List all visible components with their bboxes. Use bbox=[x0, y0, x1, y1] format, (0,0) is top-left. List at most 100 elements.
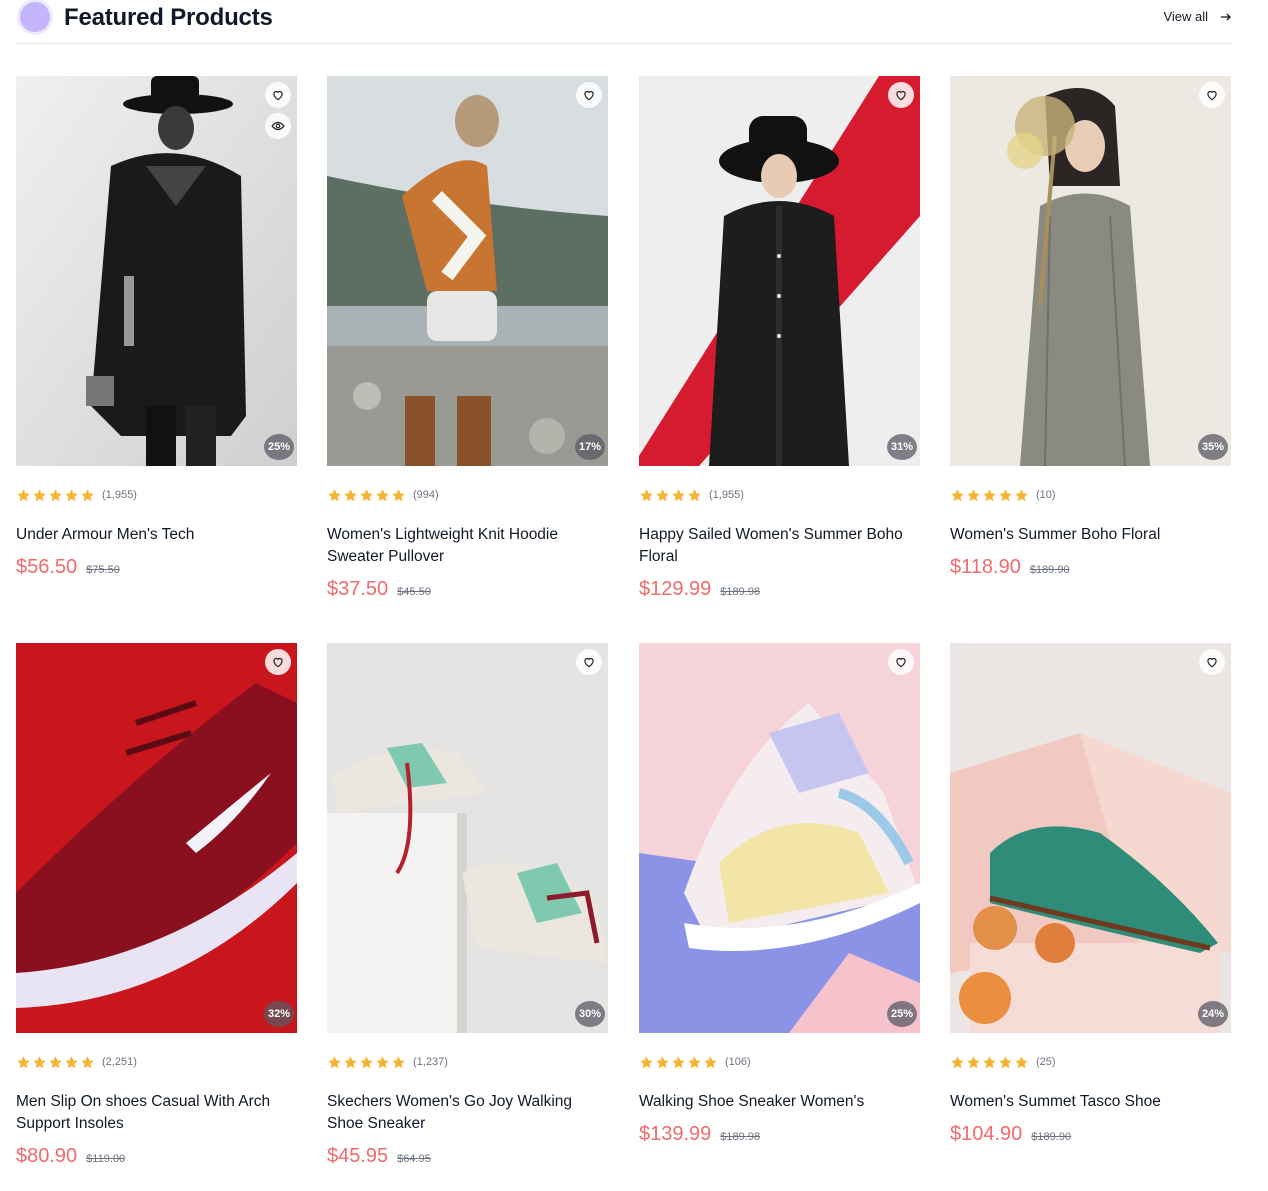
product-name[interactable]: Skechers Women's Go Joy Walking Shoe Sne… bbox=[327, 1091, 597, 1135]
discount-badge: 30% bbox=[575, 1001, 605, 1027]
review-count: (106) bbox=[725, 1056, 751, 1068]
quick-view-button[interactable] bbox=[265, 113, 291, 139]
discount-badge: 32% bbox=[264, 1001, 294, 1027]
star-icon bbox=[344, 1055, 357, 1068]
wishlist-button[interactable] bbox=[576, 82, 602, 108]
star-icon bbox=[688, 1055, 701, 1068]
product-name[interactable]: Walking Shoe Sneaker Women's bbox=[639, 1091, 909, 1113]
wishlist-button[interactable] bbox=[888, 649, 914, 675]
star-icon bbox=[49, 488, 62, 501]
star-icon bbox=[81, 488, 94, 501]
star-icon bbox=[360, 488, 373, 501]
wishlist-button[interactable] bbox=[888, 82, 914, 108]
product-price: $104.90 bbox=[950, 1123, 1023, 1145]
heart-icon bbox=[896, 657, 906, 668]
wishlist-button[interactable] bbox=[265, 649, 291, 675]
star-icon bbox=[376, 1055, 389, 1068]
star-icon bbox=[672, 1055, 685, 1068]
rating: (106) bbox=[639, 1055, 920, 1069]
star-icon bbox=[328, 1055, 341, 1068]
woman-black-coat-image bbox=[639, 76, 920, 466]
heart-icon bbox=[1207, 657, 1217, 668]
star-icon bbox=[951, 1055, 964, 1068]
discount-badge: 35% bbox=[1198, 434, 1228, 460]
star-icon bbox=[17, 488, 30, 501]
star-icon bbox=[392, 488, 405, 501]
product-name[interactable]: Men Slip On shoes Casual With Arch Suppo… bbox=[16, 1091, 286, 1135]
wishlist-button[interactable] bbox=[576, 649, 602, 675]
wishlist-button[interactable] bbox=[265, 82, 291, 108]
star-icon bbox=[344, 488, 357, 501]
star-icon bbox=[49, 1055, 62, 1068]
section-header: Featured Products View all bbox=[16, 0, 1232, 44]
stars bbox=[327, 488, 406, 503]
rating: (10) bbox=[950, 488, 1231, 502]
product-old-price: $189.98 bbox=[720, 586, 761, 598]
rating: (1,955) bbox=[639, 488, 920, 502]
star-icon bbox=[967, 488, 980, 501]
rating: (2,251) bbox=[16, 1055, 297, 1069]
heart-icon bbox=[584, 90, 594, 101]
star-icon bbox=[65, 1055, 78, 1068]
wishlist-button[interactable] bbox=[1199, 82, 1225, 108]
product-image[interactable]: 35% bbox=[950, 76, 1231, 466]
discount-badge: 25% bbox=[264, 434, 294, 460]
star-icon bbox=[983, 1055, 996, 1068]
heart-icon bbox=[584, 657, 594, 668]
review-count: (2,251) bbox=[102, 1056, 137, 1068]
discount-badge: 25% bbox=[887, 1001, 917, 1027]
review-count: (10) bbox=[1036, 489, 1056, 501]
product-price: $129.99 bbox=[639, 578, 712, 600]
star-icon bbox=[999, 1055, 1012, 1068]
product-name[interactable]: Women's Lightweight Knit Hoodie Sweater … bbox=[327, 524, 597, 568]
product-image[interactable]: 24% bbox=[950, 643, 1231, 1033]
section-title: Featured Products bbox=[64, 4, 273, 31]
product-old-price: $189.90 bbox=[1029, 564, 1070, 576]
product-image[interactable]: 25% bbox=[639, 643, 920, 1033]
product-name[interactable]: Women's Summer Boho Floral bbox=[950, 524, 1220, 546]
star-icon bbox=[999, 488, 1012, 501]
star-icon bbox=[376, 488, 389, 501]
product-image[interactable]: 31% bbox=[639, 76, 920, 466]
star-icon bbox=[656, 1055, 669, 1068]
star-icon bbox=[967, 1055, 980, 1068]
rating: (1,237) bbox=[327, 1055, 608, 1069]
star-icon bbox=[392, 1055, 405, 1068]
product-image[interactable]: 25% bbox=[16, 76, 297, 466]
star-icon bbox=[640, 488, 653, 501]
star-icon bbox=[33, 488, 46, 501]
woman-sweater-image bbox=[327, 76, 608, 466]
review-count: (994) bbox=[413, 489, 439, 501]
product-image[interactable]: 17% bbox=[327, 76, 608, 466]
rating: (25) bbox=[950, 1055, 1231, 1069]
stars bbox=[16, 488, 95, 503]
product-name[interactable]: Under Armour Men's Tech bbox=[16, 524, 286, 546]
wishlist-button[interactable] bbox=[1199, 649, 1225, 675]
product-old-price: $64.95 bbox=[397, 1153, 431, 1165]
star-icon bbox=[1015, 1055, 1028, 1068]
green-suede-shoe-image bbox=[950, 643, 1231, 1033]
stars bbox=[327, 1055, 406, 1070]
review-count: (1,955) bbox=[709, 489, 744, 501]
star-icon bbox=[688, 488, 701, 501]
discount-badge: 17% bbox=[575, 434, 605, 460]
product-price: $139.99 bbox=[639, 1123, 712, 1145]
product-image[interactable]: 30% bbox=[327, 643, 608, 1033]
star-icon bbox=[672, 488, 685, 501]
heart-icon bbox=[273, 90, 283, 101]
rating: (994) bbox=[327, 488, 608, 502]
star-icon bbox=[983, 488, 996, 501]
product-name[interactable]: Happy Sailed Women's Summer Boho Floral bbox=[639, 524, 909, 568]
product-name[interactable]: Women's Summet Tasco Shoe bbox=[950, 1091, 1220, 1113]
product-old-price: $45.50 bbox=[397, 586, 431, 598]
star-icon bbox=[1015, 488, 1028, 501]
product-image[interactable]: 32% bbox=[16, 643, 297, 1033]
view-all-label: View all bbox=[1163, 9, 1208, 24]
star-icon bbox=[704, 1055, 717, 1068]
product-price: $45.95 bbox=[327, 1145, 389, 1167]
heart-icon bbox=[896, 90, 906, 101]
view-all-link[interactable]: View all bbox=[1163, 9, 1232, 24]
star-icon bbox=[328, 488, 341, 501]
heart-icon bbox=[273, 657, 283, 668]
white-sneakers-image bbox=[327, 643, 608, 1033]
